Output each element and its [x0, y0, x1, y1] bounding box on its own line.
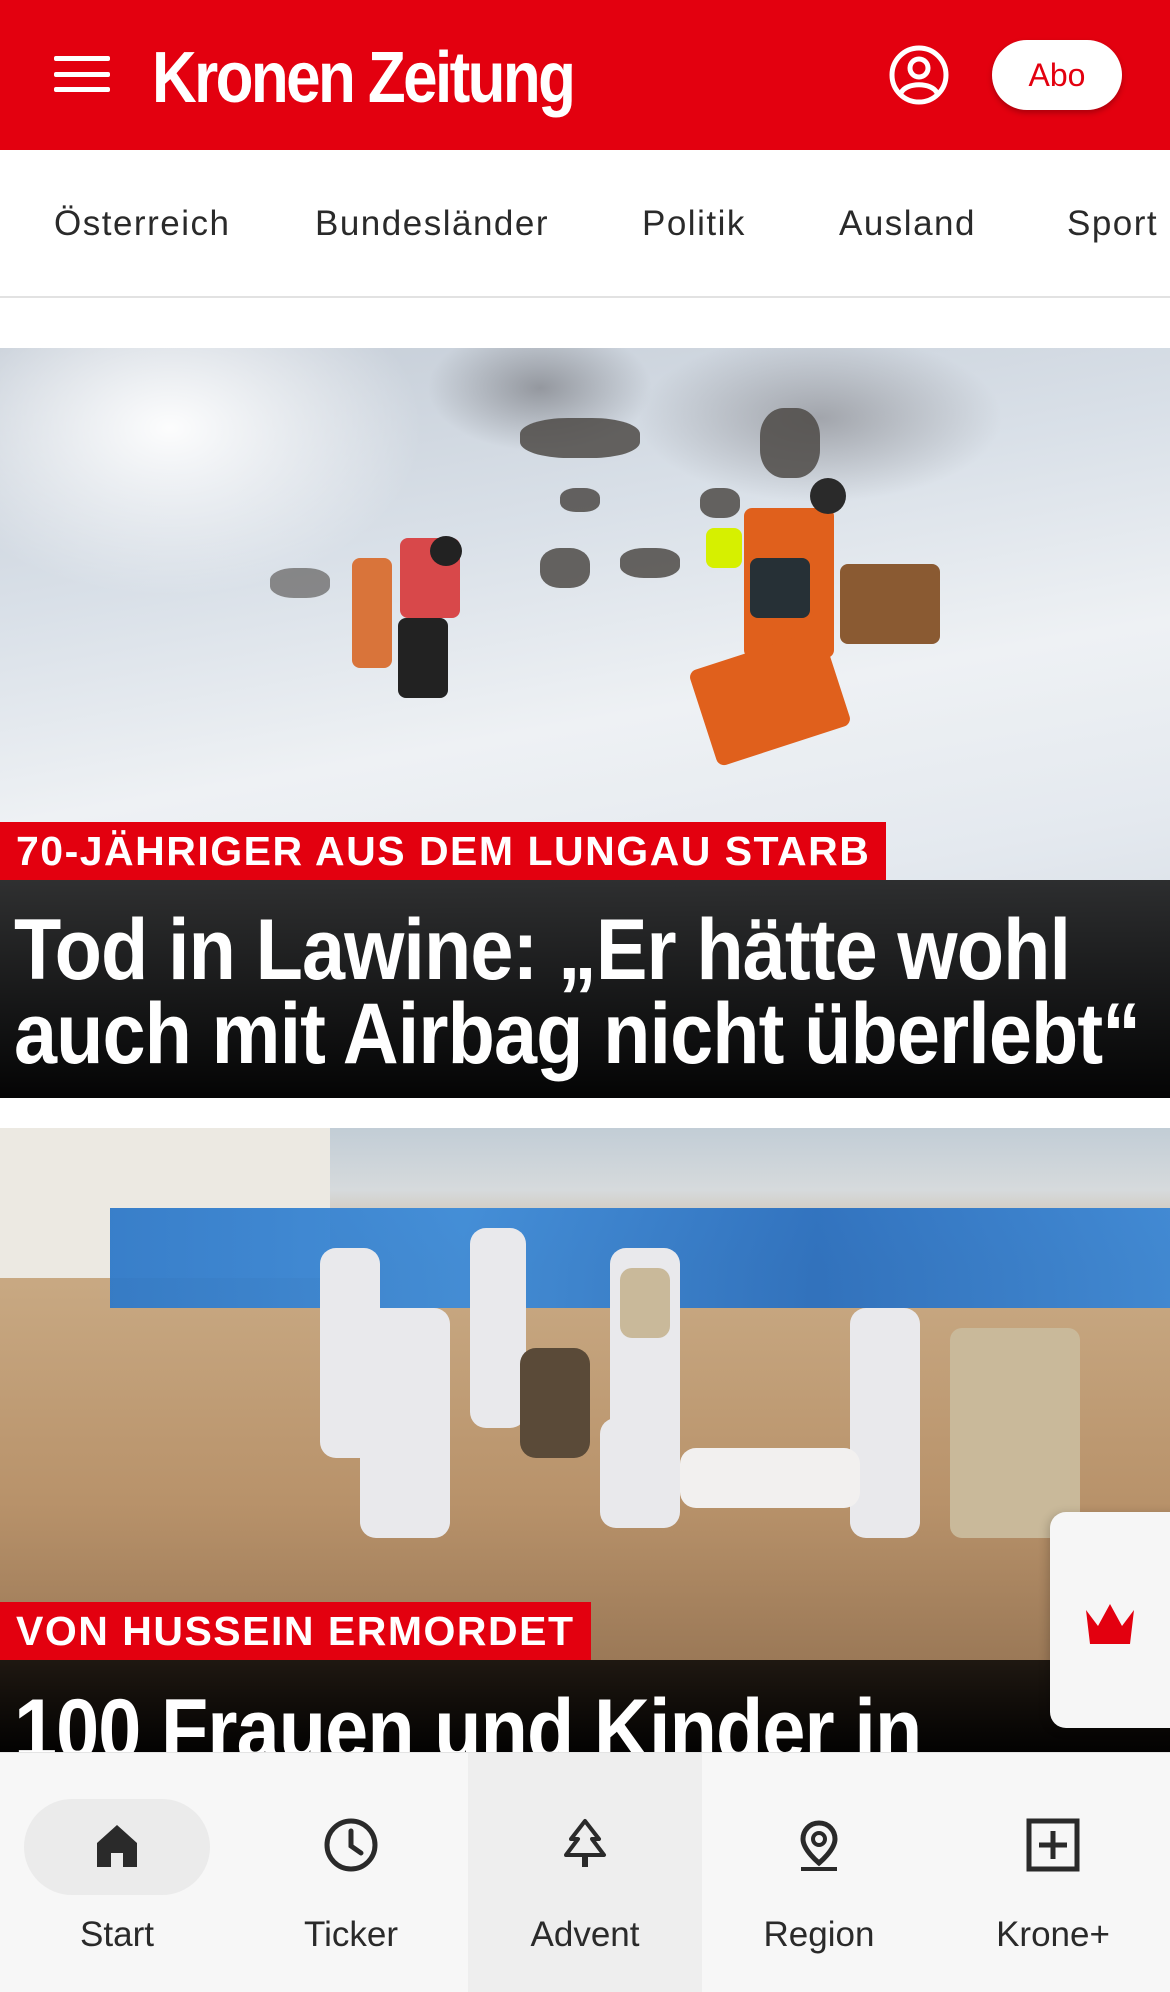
- home-icon: [97, 1825, 137, 1867]
- krone-floating-button[interactable]: [1050, 1512, 1170, 1728]
- tab-label: Start: [80, 1915, 154, 1954]
- hamburger-menu-icon[interactable]: [52, 50, 112, 98]
- location-pin-icon: [800, 1820, 838, 1871]
- tab-label: Advent: [530, 1915, 640, 1954]
- category-nav: Österreich Bundesländer Politik Ausland …: [0, 150, 1170, 298]
- headline-box: Tod in Lawine: „Er hätte wohl auch mit A…: [0, 880, 1170, 1098]
- headline-line: auch mit Airbag nicht überlebt“: [14, 986, 1141, 1082]
- headline-line: 100 Frauen und Kinder in: [14, 1682, 922, 1752]
- clock-icon: [324, 1818, 378, 1872]
- category-ausland[interactable]: Ausland: [839, 204, 976, 244]
- article-headline: Tod in Lawine: „Er hätte wohl auch mit A…: [14, 902, 1141, 1082]
- headline-line: Tod in Lawine: „Er hätte wohl: [14, 902, 1071, 998]
- article-headline: 100 Frauen und Kinder in: [14, 1682, 922, 1752]
- app-screen: Kronen Zeitung Abo Österreich Bundesländ…: [0, 0, 1170, 1992]
- tab-start[interactable]: Start: [0, 1753, 234, 1992]
- article-card[interactable]: 70-JÄHRIGER AUS DEM LUNGAU STARB Tod in …: [0, 348, 1170, 1098]
- tab-label: Region: [763, 1915, 875, 1954]
- category-sport[interactable]: Sport: [1067, 204, 1158, 244]
- category-politik[interactable]: Politik: [642, 204, 746, 244]
- top-header: Kronen Zeitung Abo: [0, 0, 1170, 150]
- category-bundeslaender[interactable]: Bundesländer: [315, 204, 549, 244]
- tab-label: Krone+: [996, 1915, 1110, 1954]
- article-card[interactable]: VON HUSSEIN ERMORDET 100 Frauen und Kind…: [0, 1128, 1170, 1752]
- article-kicker: VON HUSSEIN ERMORDET: [0, 1602, 591, 1660]
- article-kicker: 70-JÄHRIGER AUS DEM LUNGAU STARB: [0, 822, 887, 880]
- tab-region[interactable]: Region: [702, 1753, 936, 1992]
- tab-advent[interactable]: Advent: [468, 1753, 702, 1992]
- site-logo[interactable]: Kronen Zeitung: [152, 34, 576, 122]
- plus-box-icon: [1026, 1818, 1080, 1872]
- tab-label: Ticker: [304, 1915, 398, 1954]
- headline-box: 100 Frauen und Kinder in: [0, 1660, 1170, 1752]
- tab-ticker[interactable]: Ticker: [234, 1753, 468, 1992]
- category-oesterreich[interactable]: Österreich: [54, 204, 230, 244]
- abo-button[interactable]: Abo: [992, 40, 1122, 110]
- bottom-navigation: Start Ticker Advent Region Krone+: [0, 1752, 1170, 1992]
- tab-krone-plus[interactable]: Krone+: [936, 1753, 1170, 1992]
- crown-icon: [1086, 1604, 1134, 1644]
- user-account-icon[interactable]: [888, 44, 950, 106]
- tree-icon: [564, 1819, 606, 1867]
